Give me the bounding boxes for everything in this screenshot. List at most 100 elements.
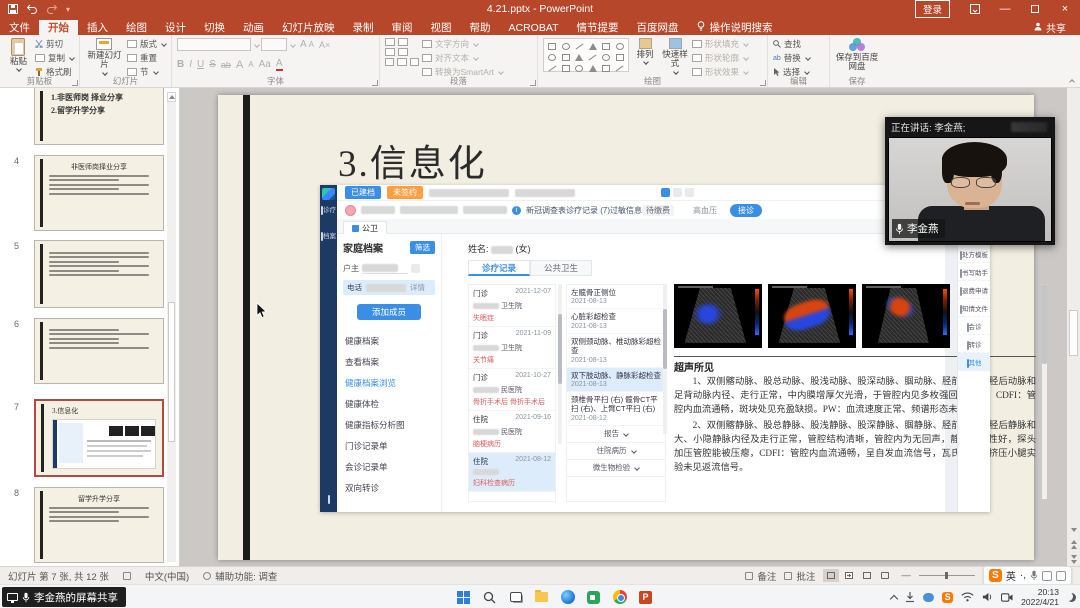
exam-item[interactable]: 双下肢动脉、静脉彩超检查 2021-08-13 <box>567 368 665 392</box>
clear-formatting-button[interactable]: A× <box>319 40 330 50</box>
normal-view-button[interactable] <box>823 569 839 582</box>
scrollbar-thumb[interactable] <box>1069 310 1078 356</box>
exam-item[interactable]: 心脏彩超检查 2021-08-13 <box>567 309 665 333</box>
slideshow-button[interactable] <box>877 569 893 582</box>
paragraph-dialog-launcher[interactable] <box>530 80 536 86</box>
visit-item[interactable]: 门诊2021-12-07 卫生院 失眠症 <box>469 285 555 327</box>
exam-item[interactable]: 颈椎骨平扫 (右) 髋骨CT平扫 (右)、上臂CT平扫 (右) 2021-08-… <box>567 392 665 426</box>
shapes-gallery[interactable] <box>543 38 629 72</box>
patient-link[interactable]: 诊疗记录 (7) <box>566 206 610 215</box>
download-tray-icon[interactable] <box>905 592 915 603</box>
undo-icon[interactable] <box>26 4 38 14</box>
clock[interactable]: 20:13 2022/4/21 <box>1021 587 1059 607</box>
ime-language-mode[interactable]: 英 <box>1006 568 1016 583</box>
thumbnail-slide-6[interactable] <box>34 318 164 384</box>
his-tool-item[interactable]: 知情文件 <box>958 299 990 317</box>
visit-item[interactable]: 住院2021-09-16 民医院 脑梗病历 <box>469 411 555 453</box>
exam-section-collapsed[interactable]: 微生物检验 <box>567 460 665 477</box>
volume-icon[interactable] <box>982 592 993 602</box>
his-nav-item[interactable]: 档案 <box>320 233 337 241</box>
report-scrollbar[interactable] <box>1042 284 1047 499</box>
font-dialog-launcher[interactable] <box>372 80 378 86</box>
his-tool-item[interactable]: 书写助手 <box>958 263 990 281</box>
redo-icon[interactable] <box>46 4 58 14</box>
collapse-ribbon-icon[interactable] <box>1068 75 1074 85</box>
next-slide-button[interactable] <box>1067 553 1080 566</box>
edge-icon[interactable] <box>559 589 576 606</box>
file-explorer-icon[interactable] <box>533 589 550 606</box>
visit-item[interactable]: 门诊2021-10-27 民医院 骨折手术后 骨折手术后 <box>469 369 555 411</box>
thumbnail-scrollbar[interactable] <box>167 92 176 562</box>
clipboard-dialog-launcher[interactable] <box>72 80 78 86</box>
his-nav-item[interactable]: 诊疗 <box>320 207 337 215</box>
font-style-button[interactable]: A <box>276 58 283 71</box>
font-style-button[interactable]: U <box>197 59 204 70</box>
visit-item[interactable]: 门诊2021-11-09 卫生院 关节痛 <box>469 327 555 369</box>
paste-button[interactable]: 粘贴 <box>5 38 32 76</box>
powerpoint-icon[interactable]: P <box>637 589 654 606</box>
ribbon-display-options-icon[interactable] <box>960 0 990 18</box>
app-button[interactable] <box>685 188 694 197</box>
sogou-tray-icon[interactable]: S <box>942 592 953 603</box>
his-tool-item[interactable]: 会诊 <box>958 317 990 335</box>
comments-button[interactable]: 批注 <box>784 569 815 583</box>
font-style-button[interactable]: B <box>177 59 184 70</box>
drawing-dialog-launcher[interactable] <box>760 80 766 86</box>
tell-me-search[interactable]: 操作说明搜索 <box>697 20 772 35</box>
close-button[interactable]: × <box>1050 0 1080 18</box>
zoom-slider[interactable] <box>919 575 975 576</box>
align-text-button[interactable]: 对齐文本 <box>422 52 503 64</box>
zoom-out-button[interactable]: — <box>901 570 911 581</box>
family-menu-item[interactable]: 双向转诊 <box>343 477 435 498</box>
quick-styles-button[interactable]: 快速样式 <box>661 38 689 76</box>
font-style-button[interactable]: A <box>248 60 253 69</box>
family-menu-item[interactable]: 健康指标分析图 <box>343 414 435 435</box>
camera-icon[interactable] <box>1001 593 1013 602</box>
meeting-app-icon[interactable] <box>585 589 602 606</box>
arrange-button[interactable]: 排列 <box>632 38 658 76</box>
font-style-button[interactable]: ab <box>221 60 231 70</box>
font-name-select[interactable] <box>177 38 251 51</box>
visit-item[interactable]: 住院2021-08-12 妇科检查病历 <box>469 453 555 492</box>
wifi-icon[interactable] <box>961 592 974 602</box>
font-style-button[interactable]: I <box>189 59 192 70</box>
font-style-button[interactable]: A <box>236 59 243 71</box>
screen-share-indicator[interactable]: 李金燕的屏幕共享 <box>2 587 126 607</box>
family-menu-item[interactable]: 健康档案 <box>343 330 435 351</box>
exam-section-collapsed[interactable]: 住院病历 <box>567 443 665 460</box>
family-menu-item[interactable]: 健康体检 <box>343 393 435 414</box>
patient-link[interactable]: 新冠调查表 <box>526 206 566 215</box>
his-tool-item[interactable]: 其他 <box>958 353 990 371</box>
qat-more-icon[interactable]: ▾ <box>66 5 70 14</box>
thumbnail-slide-5[interactable] <box>34 240 164 308</box>
scroll-down-icon[interactable] <box>1067 523 1080 536</box>
restore-button[interactable] <box>1020 0 1050 18</box>
find-button[interactable]: 查找 <box>773 38 810 50</box>
focus-assist-moon-icon[interactable] <box>1067 593 1076 602</box>
search-icon[interactable] <box>481 589 498 606</box>
save-icon[interactable] <box>8 4 18 14</box>
previous-slide-button[interactable] <box>1067 538 1080 551</box>
notes-button[interactable]: 备注 <box>745 569 776 583</box>
start-button[interactable] <box>455 589 472 606</box>
thumbnail-slide-8[interactable]: 留学升学分享 <box>34 487 164 563</box>
his-tool-item[interactable]: 处方模板 <box>958 245 990 263</box>
editor-scrollbar[interactable] <box>1067 88 1080 566</box>
search-member-icon[interactable] <box>411 264 420 273</box>
layout-button[interactable]: 版式 <box>127 38 166 50</box>
netdisk-tray-icon[interactable] <box>923 593 934 602</box>
filter-button[interactable]: 筛选 <box>410 241 435 254</box>
hidden-icons-chevron[interactable] <box>890 594 898 602</box>
family-menu-item[interactable]: 查看档案 <box>343 351 435 372</box>
visit-scrollbar[interactable] <box>558 284 562 444</box>
his-tool-item[interactable]: 退费申请 <box>958 281 990 299</box>
grow-font-button[interactable]: A <box>300 39 307 50</box>
exam-item[interactable]: 双侧颈动脉、椎动脉彩超检查 2021-08-13 <box>567 334 665 368</box>
save-to-baidu-button[interactable]: 保存到百度网盘 <box>835 38 879 76</box>
thumbnail-slide-3[interactable]: 1.非医师岗 择业分享 2.留学升学分享 <box>34 88 164 145</box>
language-indicator[interactable]: 中文(中国) <box>145 569 189 583</box>
task-view-icon[interactable] <box>507 589 524 606</box>
app-button[interactable] <box>661 188 670 197</box>
video-call-overlay[interactable]: 正在讲话: 李金燕; 李金燕 <box>885 117 1055 245</box>
patient-link[interactable]: 过敏信息 <box>610 206 642 215</box>
